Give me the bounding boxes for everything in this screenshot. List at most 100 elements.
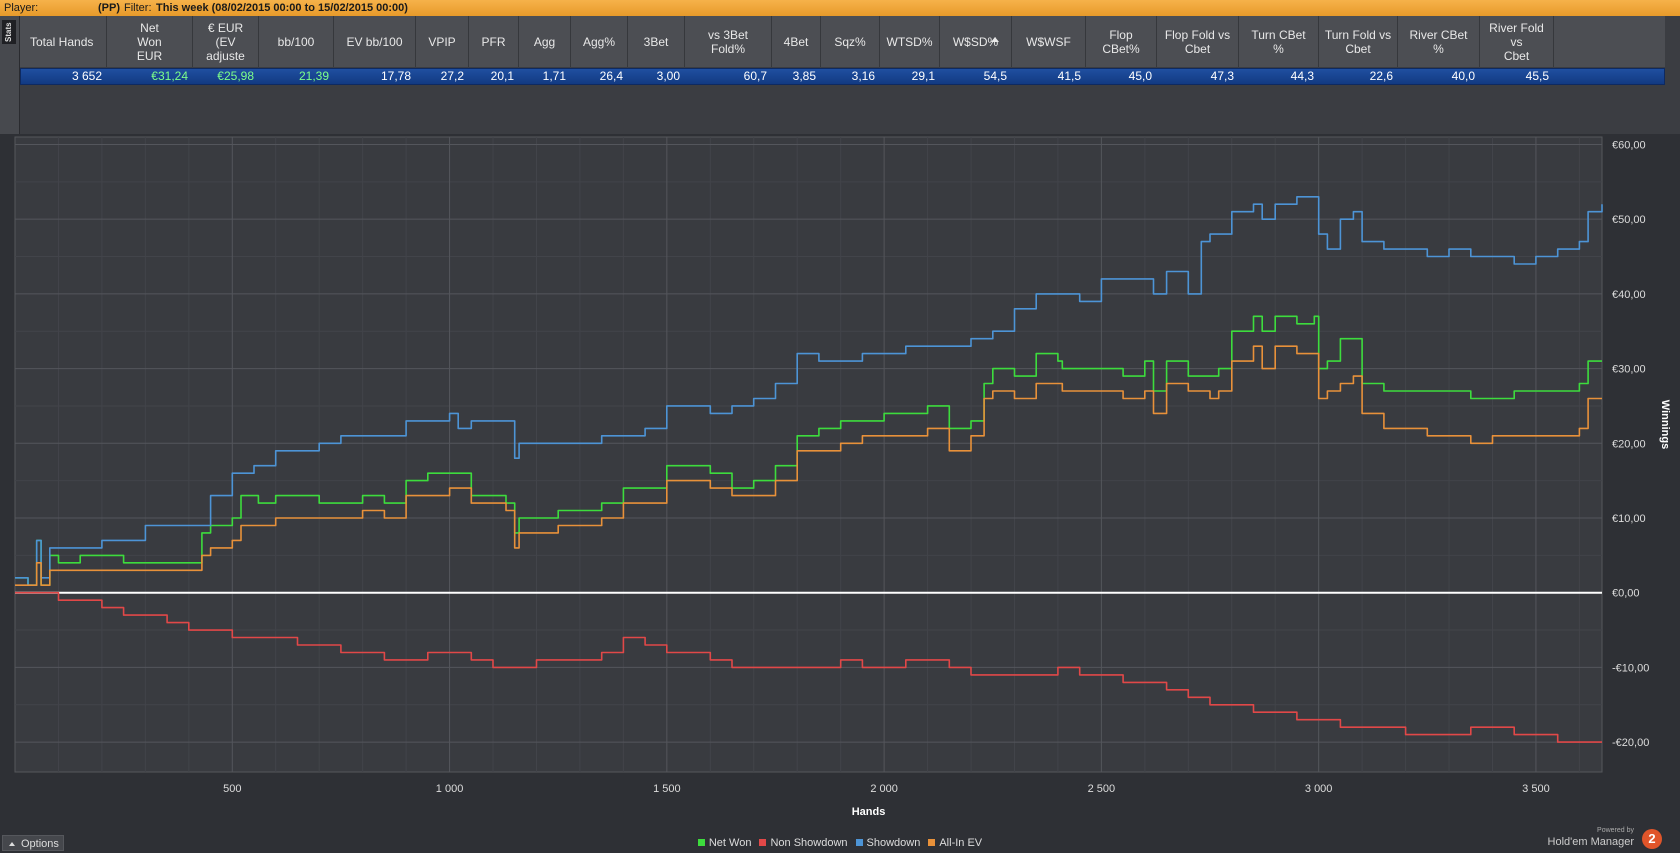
stat-value: 26,4	[599, 69, 623, 83]
y-tick-label: €50,00	[1612, 214, 1646, 226]
stat-value: 3,85	[792, 69, 816, 83]
y-tick-label: €0,00	[1612, 588, 1640, 600]
stats-side-tab[interactable]: Stats	[0, 16, 20, 134]
stat-value: 3,00	[656, 69, 680, 83]
x-tick-label: 2 500	[1088, 783, 1116, 795]
column-header[interactable]: Turn Fold vs Cbet	[1319, 16, 1398, 67]
column-header[interactable]: River Fold vs Cbet	[1480, 16, 1554, 67]
stat-value: 41,5	[1057, 69, 1081, 83]
column-header-label: Flop Fold vs Cbet	[1164, 27, 1231, 56]
x-axis-label: Hands	[852, 806, 886, 818]
column-header[interactable]: W$SD%	[940, 16, 1012, 67]
legend-label: All-In EV	[939, 837, 983, 849]
column-header[interactable]: W$WSF	[1012, 16, 1086, 67]
column-header[interactable]: VPIP	[416, 16, 469, 67]
legend-item[interactable]: Showdown	[855, 837, 920, 849]
stats-table: Total Hands Net Won EUR € EUR (EV adjuste b…	[20, 16, 1665, 85]
y-tick-label: €60,00	[1612, 139, 1646, 151]
x-tick-label: 1 000	[436, 783, 464, 795]
stat-value: 40,0	[1451, 69, 1475, 83]
column-header[interactable]: Agg%	[571, 16, 628, 67]
column-header[interactable]: vs 3Bet Fold%	[685, 16, 772, 67]
column-header[interactable]: 3Bet	[628, 16, 685, 67]
column-header-label: EV bb/100	[346, 34, 403, 49]
x-tick-label: 500	[223, 783, 241, 795]
column-header[interactable]: River CBet %	[1398, 16, 1480, 67]
column-header-label: PFR	[481, 34, 506, 49]
legend-item[interactable]: Net Won	[697, 837, 751, 849]
column-header[interactable]: € EUR (EV adjuste	[193, 16, 259, 67]
player-label: Player:	[4, 2, 39, 14]
column-header[interactable]: Flop Fold vs Cbet	[1157, 16, 1239, 67]
column-header[interactable]: EV bb/100	[334, 16, 416, 67]
stat-value: 3 652	[71, 69, 102, 83]
stat-value: 3,16	[851, 69, 875, 83]
column-header[interactable]: Turn CBet %	[1239, 16, 1319, 67]
hem-logo-icon: 2	[1642, 829, 1662, 849]
column-header-label: Sqz%	[834, 34, 866, 49]
column-header[interactable]: bb/100	[259, 16, 334, 67]
column-header[interactable]: Agg	[519, 16, 571, 67]
stat-value: 47,3	[1210, 69, 1234, 83]
bottom-bar: Options Net Won Non Showdown Showdown All-I…	[0, 827, 1680, 853]
column-header-label: Total Hands	[30, 34, 94, 49]
y-tick-label: €20,00	[1612, 438, 1646, 450]
stat-value: 54,5	[983, 69, 1007, 83]
legend-label: Non Showdown	[770, 837, 848, 849]
filter-label: Filter:	[124, 2, 152, 14]
column-header[interactable]: Total Hands	[20, 16, 107, 67]
column-header-label: Agg	[533, 34, 556, 49]
legend-item[interactable]: Non Showdown	[759, 837, 848, 849]
column-header[interactable]: 4Bet	[772, 16, 821, 67]
filter-value[interactable]: This week (08/02/2015 00:00 to 15/02/201…	[156, 0, 408, 16]
filter-bar: Player: (PP) Filter: This week (08/02/20…	[0, 0, 1680, 16]
stat-value: 20,1	[490, 69, 514, 83]
brand-name: Hold'em Manager	[1547, 836, 1634, 848]
stats-header-row: Total Hands Net Won EUR € EUR (EV adjuste b…	[20, 16, 1665, 67]
y-tick-label: €40,00	[1612, 289, 1646, 301]
column-header[interactable]: PFR	[469, 16, 519, 67]
column-header[interactable]: Flop CBet%	[1086, 16, 1157, 67]
x-tick-label: 3 000	[1305, 783, 1333, 795]
stat-value: 17,78	[380, 69, 411, 83]
y-tick-label: €30,00	[1612, 364, 1646, 376]
stat-value: 44,3	[1290, 69, 1314, 83]
column-header-label: 3Bet	[643, 34, 669, 49]
column-header-label: vs 3Bet Fold%	[707, 27, 749, 56]
stats-tab-label: Stats	[2, 20, 16, 44]
column-header-label: bb/100	[277, 34, 315, 49]
x-tick-label: 2 000	[870, 783, 898, 795]
powered-by-label: Powered by	[1597, 827, 1634, 834]
column-header-label: Turn Fold vs Cbet	[1324, 27, 1392, 56]
column-header-label: Turn CBet %	[1251, 27, 1306, 56]
column-header[interactable]: Net Won EUR	[107, 16, 193, 67]
column-header[interactable]: WTSD%	[880, 16, 940, 67]
stats-panel: Stats Total Hands Net Won EUR € EUR (EV ad…	[0, 16, 1680, 134]
stat-value: 1,71	[542, 69, 566, 83]
legend-item[interactable]: All-In EV	[928, 837, 982, 849]
column-header-label: Net Won EUR	[136, 20, 163, 63]
stat-value: 60,7	[743, 69, 767, 83]
column-header[interactable]: Sqz%	[821, 16, 880, 67]
winnings-graph: €60,00 €50,00 €40,00 €30,00 €20,00 €10,00 €0,0…	[0, 134, 1680, 827]
x-tick-label: 3 500	[1522, 783, 1550, 795]
legend-swatch	[697, 839, 705, 846]
chart-legend: Net Won Non Showdown Showdown All-In EV	[0, 837, 1680, 849]
column-header-label: Flop CBet%	[1102, 27, 1140, 56]
x-tick-label: 1 500	[653, 783, 681, 795]
column-header-label: River CBet %	[1409, 27, 1468, 56]
column-header-label: 4Bet	[783, 34, 809, 49]
stat-value: €31,24	[151, 69, 188, 83]
column-header-label: VPIP	[428, 34, 456, 49]
stats-data-row[interactable]: 3 652 €31,24 €25,98 21,39 17,78 27,2 20,1 1,71 2…	[20, 68, 1665, 85]
stat-value: €25,98	[217, 69, 254, 83]
y-axis-label: Winnings	[1659, 400, 1671, 449]
legend-swatch	[759, 839, 767, 846]
player-value[interactable]: (PP)	[98, 0, 120, 16]
column-header-label: River Fold vs Cbet	[1489, 20, 1544, 63]
column-header-label: W$WSF	[1026, 34, 1071, 49]
column-header-label: € EUR (EV adjuste	[206, 20, 245, 63]
stat-value: 22,6	[1369, 69, 1393, 83]
y-tick-label: €10,00	[1612, 513, 1646, 525]
legend-swatch	[928, 839, 936, 846]
